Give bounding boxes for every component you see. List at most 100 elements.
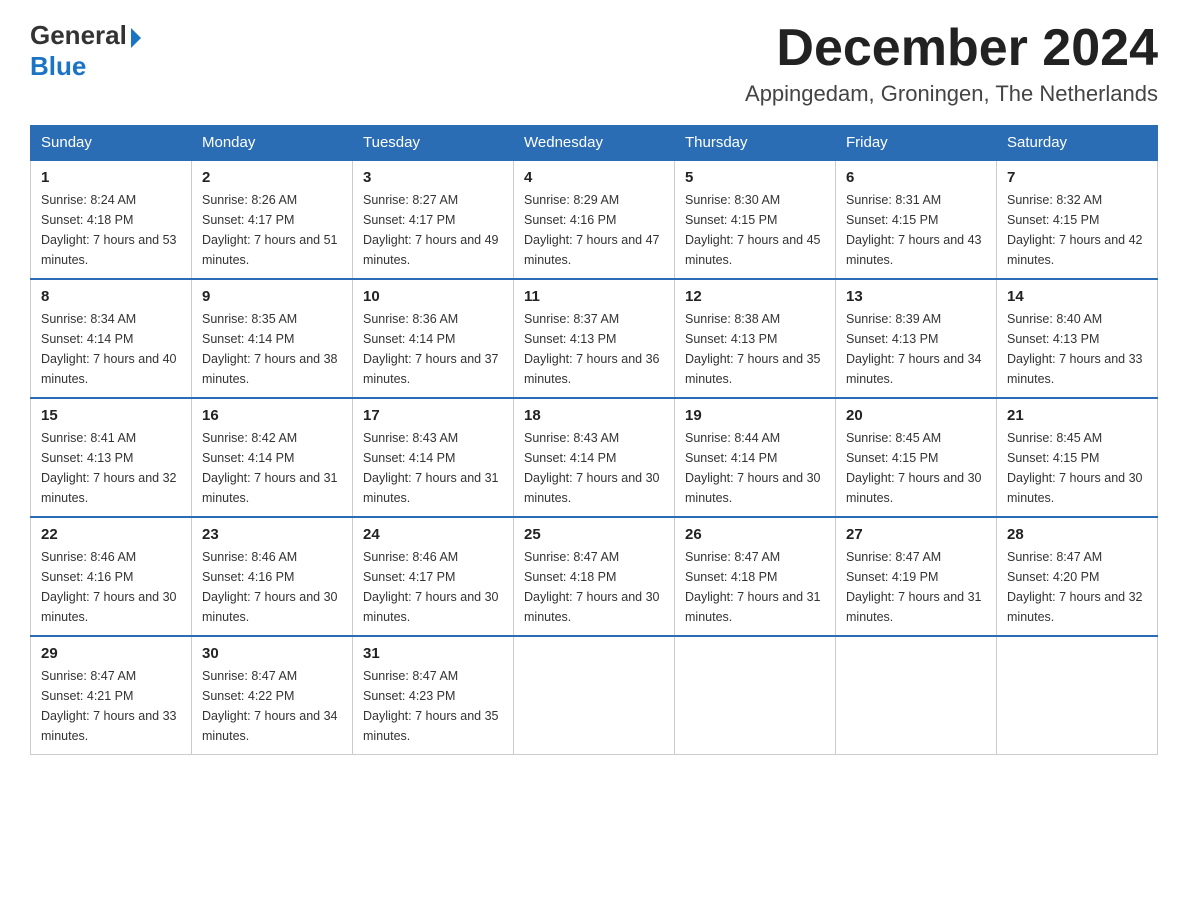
- day-info: Sunrise: 8:43 AMSunset: 4:14 PMDaylight:…: [524, 431, 660, 505]
- calendar-table: SundayMondayTuesdayWednesdayThursdayFrid…: [30, 125, 1158, 755]
- day-number: 12: [685, 288, 825, 305]
- calendar-cell: 23 Sunrise: 8:46 AMSunset: 4:16 PMDaylig…: [192, 517, 353, 636]
- day-info: Sunrise: 8:24 AMSunset: 4:18 PMDaylight:…: [41, 193, 177, 267]
- day-number: 6: [846, 169, 986, 186]
- calendar-cell: 26 Sunrise: 8:47 AMSunset: 4:18 PMDaylig…: [675, 517, 836, 636]
- calendar-cell: 31 Sunrise: 8:47 AMSunset: 4:23 PMDaylig…: [353, 636, 514, 755]
- calendar-cell: [997, 636, 1158, 755]
- calendar-cell: 19 Sunrise: 8:44 AMSunset: 4:14 PMDaylig…: [675, 398, 836, 517]
- calendar-week-3: 15 Sunrise: 8:41 AMSunset: 4:13 PMDaylig…: [31, 398, 1158, 517]
- day-info: Sunrise: 8:38 AMSunset: 4:13 PMDaylight:…: [685, 312, 821, 386]
- day-info: Sunrise: 8:42 AMSunset: 4:14 PMDaylight:…: [202, 431, 338, 505]
- calendar-cell: 8 Sunrise: 8:34 AMSunset: 4:14 PMDayligh…: [31, 279, 192, 398]
- calendar-header-row: SundayMondayTuesdayWednesdayThursdayFrid…: [31, 126, 1158, 161]
- header-sunday: Sunday: [31, 126, 192, 161]
- header-tuesday: Tuesday: [353, 126, 514, 161]
- day-number: 5: [685, 169, 825, 186]
- page-header: General Blue December 2024 Appingedam, G…: [30, 20, 1158, 107]
- calendar-cell: 18 Sunrise: 8:43 AMSunset: 4:14 PMDaylig…: [514, 398, 675, 517]
- day-number: 10: [363, 288, 503, 305]
- day-info: Sunrise: 8:36 AMSunset: 4:14 PMDaylight:…: [363, 312, 499, 386]
- day-number: 18: [524, 407, 664, 424]
- header-monday: Monday: [192, 126, 353, 161]
- day-info: Sunrise: 8:41 AMSunset: 4:13 PMDaylight:…: [41, 431, 177, 505]
- day-number: 13: [846, 288, 986, 305]
- header-thursday: Thursday: [675, 126, 836, 161]
- header-wednesday: Wednesday: [514, 126, 675, 161]
- day-info: Sunrise: 8:47 AMSunset: 4:20 PMDaylight:…: [1007, 550, 1143, 624]
- day-number: 28: [1007, 526, 1147, 543]
- calendar-cell: 3 Sunrise: 8:27 AMSunset: 4:17 PMDayligh…: [353, 160, 514, 279]
- header-saturday: Saturday: [997, 126, 1158, 161]
- header-friday: Friday: [836, 126, 997, 161]
- day-number: 11: [524, 288, 664, 305]
- day-number: 21: [1007, 407, 1147, 424]
- day-info: Sunrise: 8:45 AMSunset: 4:15 PMDaylight:…: [846, 431, 982, 505]
- calendar-cell: 21 Sunrise: 8:45 AMSunset: 4:15 PMDaylig…: [997, 398, 1158, 517]
- calendar-cell: 13 Sunrise: 8:39 AMSunset: 4:13 PMDaylig…: [836, 279, 997, 398]
- logo-blue-part: [127, 28, 141, 44]
- day-info: Sunrise: 8:40 AMSunset: 4:13 PMDaylight:…: [1007, 312, 1143, 386]
- day-number: 4: [524, 169, 664, 186]
- calendar-cell: [675, 636, 836, 755]
- day-number: 7: [1007, 169, 1147, 186]
- calendar-cell: 22 Sunrise: 8:46 AMSunset: 4:16 PMDaylig…: [31, 517, 192, 636]
- day-number: 22: [41, 526, 181, 543]
- day-number: 20: [846, 407, 986, 424]
- day-number: 31: [363, 645, 503, 662]
- logo-blue-text: Blue: [30, 51, 86, 82]
- day-info: Sunrise: 8:46 AMSunset: 4:16 PMDaylight:…: [202, 550, 338, 624]
- calendar-cell: 6 Sunrise: 8:31 AMSunset: 4:15 PMDayligh…: [836, 160, 997, 279]
- calendar-cell: 12 Sunrise: 8:38 AMSunset: 4:13 PMDaylig…: [675, 279, 836, 398]
- day-info: Sunrise: 8:47 AMSunset: 4:18 PMDaylight:…: [685, 550, 821, 624]
- day-number: 26: [685, 526, 825, 543]
- day-info: Sunrise: 8:45 AMSunset: 4:15 PMDaylight:…: [1007, 431, 1143, 505]
- day-info: Sunrise: 8:27 AMSunset: 4:17 PMDaylight:…: [363, 193, 499, 267]
- logo-general-text: General: [30, 20, 127, 51]
- calendar-cell: 10 Sunrise: 8:36 AMSunset: 4:14 PMDaylig…: [353, 279, 514, 398]
- calendar-cell: 7 Sunrise: 8:32 AMSunset: 4:15 PMDayligh…: [997, 160, 1158, 279]
- calendar-cell: 5 Sunrise: 8:30 AMSunset: 4:15 PMDayligh…: [675, 160, 836, 279]
- day-info: Sunrise: 8:31 AMSunset: 4:15 PMDaylight:…: [846, 193, 982, 267]
- day-number: 24: [363, 526, 503, 543]
- calendar-cell: 16 Sunrise: 8:42 AMSunset: 4:14 PMDaylig…: [192, 398, 353, 517]
- day-number: 19: [685, 407, 825, 424]
- calendar-cell: 25 Sunrise: 8:47 AMSunset: 4:18 PMDaylig…: [514, 517, 675, 636]
- day-info: Sunrise: 8:30 AMSunset: 4:15 PMDaylight:…: [685, 193, 821, 267]
- calendar-week-2: 8 Sunrise: 8:34 AMSunset: 4:14 PMDayligh…: [31, 279, 1158, 398]
- day-info: Sunrise: 8:37 AMSunset: 4:13 PMDaylight:…: [524, 312, 660, 386]
- day-info: Sunrise: 8:39 AMSunset: 4:13 PMDaylight:…: [846, 312, 982, 386]
- day-info: Sunrise: 8:47 AMSunset: 4:19 PMDaylight:…: [846, 550, 982, 624]
- day-info: Sunrise: 8:44 AMSunset: 4:14 PMDaylight:…: [685, 431, 821, 505]
- day-number: 23: [202, 526, 342, 543]
- calendar-cell: 20 Sunrise: 8:45 AMSunset: 4:15 PMDaylig…: [836, 398, 997, 517]
- day-info: Sunrise: 8:29 AMSunset: 4:16 PMDaylight:…: [524, 193, 660, 267]
- day-number: 17: [363, 407, 503, 424]
- calendar-cell: [514, 636, 675, 755]
- day-number: 3: [363, 169, 503, 186]
- day-info: Sunrise: 8:47 AMSunset: 4:23 PMDaylight:…: [363, 669, 499, 743]
- month-title: December 2024: [745, 20, 1158, 77]
- day-number: 29: [41, 645, 181, 662]
- day-number: 1: [41, 169, 181, 186]
- day-number: 25: [524, 526, 664, 543]
- title-area: December 2024 Appingedam, Groningen, The…: [745, 20, 1158, 107]
- calendar-week-1: 1 Sunrise: 8:24 AMSunset: 4:18 PMDayligh…: [31, 160, 1158, 279]
- day-info: Sunrise: 8:46 AMSunset: 4:17 PMDaylight:…: [363, 550, 499, 624]
- day-number: 27: [846, 526, 986, 543]
- calendar-week-4: 22 Sunrise: 8:46 AMSunset: 4:16 PMDaylig…: [31, 517, 1158, 636]
- day-info: Sunrise: 8:47 AMSunset: 4:21 PMDaylight:…: [41, 669, 177, 743]
- calendar-cell: 29 Sunrise: 8:47 AMSunset: 4:21 PMDaylig…: [31, 636, 192, 755]
- day-number: 14: [1007, 288, 1147, 305]
- day-info: Sunrise: 8:32 AMSunset: 4:15 PMDaylight:…: [1007, 193, 1143, 267]
- calendar-cell: 2 Sunrise: 8:26 AMSunset: 4:17 PMDayligh…: [192, 160, 353, 279]
- calendar-cell: 1 Sunrise: 8:24 AMSunset: 4:18 PMDayligh…: [31, 160, 192, 279]
- day-number: 2: [202, 169, 342, 186]
- day-number: 16: [202, 407, 342, 424]
- logo-arrow-icon: [131, 28, 141, 48]
- day-info: Sunrise: 8:47 AMSunset: 4:18 PMDaylight:…: [524, 550, 660, 624]
- day-info: Sunrise: 8:26 AMSunset: 4:17 PMDaylight:…: [202, 193, 338, 267]
- location-title: Appingedam, Groningen, The Netherlands: [745, 81, 1158, 107]
- day-number: 30: [202, 645, 342, 662]
- day-info: Sunrise: 8:46 AMSunset: 4:16 PMDaylight:…: [41, 550, 177, 624]
